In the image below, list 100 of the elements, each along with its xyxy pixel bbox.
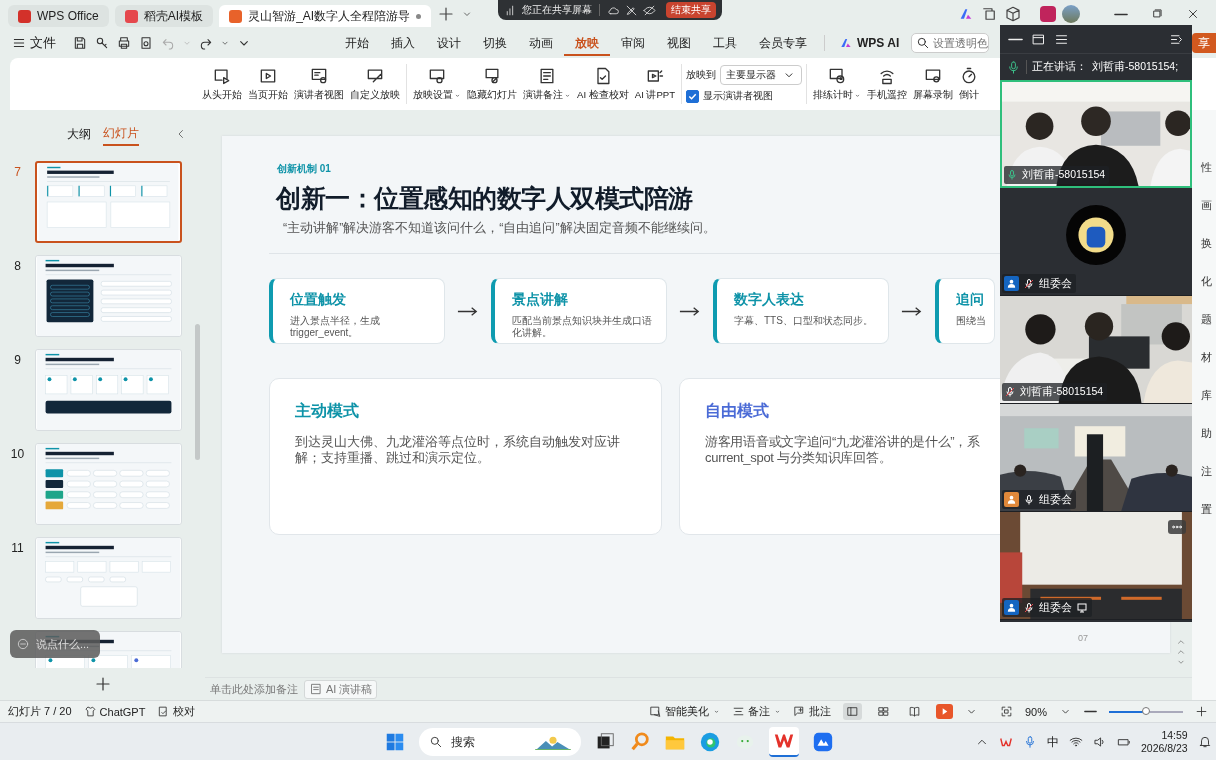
zoom-level[interactable]: 90% [1024, 705, 1047, 718]
stop-sharing-button[interactable]: 结束共享 [666, 2, 716, 18]
ai-script-button[interactable]: AI 演讲稿 [304, 679, 378, 699]
hide-icon [643, 3, 656, 17]
normal-icon [845, 705, 859, 718]
more-button[interactable] [1168, 520, 1186, 534]
avatar-icon[interactable] [1062, 5, 1080, 23]
side-panel-label[interactable]: 置 [1201, 502, 1216, 517]
view-button[interactable] [842, 703, 862, 720]
status-button[interactable]: ChatGPT [83, 705, 146, 718]
notes-placeholder[interactable]: 单击此处添加备注 [210, 681, 298, 697]
ribbon-tab[interactable]: 设计 [426, 30, 472, 56]
slide-number: 9 [13, 352, 22, 367]
cloud-app-icon[interactable] [812, 731, 834, 753]
clock[interactable]: 14:59 2026/8/23 [1141, 729, 1188, 755]
sorter-icon [876, 705, 890, 718]
side-panel-label[interactable]: 化 [1201, 274, 1216, 289]
slide-title: 创新一：位置感知的数字人双模式陪游 [276, 183, 693, 214]
ribbon-button[interactable]: 倒计 [957, 66, 982, 102]
wps-ai-icon[interactable] [958, 6, 974, 22]
ribbon-tab[interactable]: 切换 [472, 30, 518, 56]
ribbon-button[interactable]: 屏幕录制 [911, 66, 956, 102]
ribbon-tab[interactable]: 视图 [656, 30, 702, 56]
ribbon-button[interactable]: 从头开始 [200, 66, 244, 102]
participant-name: 组委会 [1039, 492, 1072, 507]
ribbon-button[interactable]: 排练计时 [811, 66, 864, 102]
status-button[interactable]: 备注 [731, 704, 781, 719]
scrollbar[interactable] [195, 324, 200, 460]
slide-number: 10 [9, 446, 26, 461]
ribbon-button[interactable]: 手机遥控 [865, 66, 910, 102]
app-icon[interactable] [1040, 6, 1056, 22]
side-panel-label[interactable]: 画 [1201, 198, 1216, 213]
ribbon-button[interactable]: AI 讲PPT [632, 66, 678, 102]
step-title: 位置触发 [290, 291, 347, 309]
checkbox[interactable] [686, 90, 700, 103]
side-panel-label[interactable]: 材 [1201, 350, 1216, 365]
ribbon-tab[interactable]: 审阅 [610, 30, 656, 56]
side-panel-label[interactable]: 注 [1201, 464, 1216, 479]
speaker-name: 刘哲甫-58015154; [1092, 60, 1179, 74]
ribbon-tab[interactable]: 动画 [518, 30, 564, 56]
wps-ai-button[interactable]: WPS AI [831, 36, 908, 50]
zoom-out-icon [1084, 710, 1097, 713]
pane-tab[interactable]: 幻灯片 [102, 122, 139, 146]
ribbon-tab[interactable]: 会员专享 [748, 30, 818, 56]
ribbon-tab[interactable]: 插入 [380, 30, 426, 56]
ribbon-button[interactable]: AI 检查校对 [575, 66, 631, 102]
document-tab[interactable]: 稻壳AI模板 [114, 5, 214, 27]
input-method[interactable]: 中 [1047, 733, 1059, 751]
document-tab[interactable]: 灵山智游_AI数字人全程陪游导 [219, 5, 432, 27]
ribbon-tab[interactable]: 放映 [564, 30, 610, 56]
step-text: 进入景点半径，生成 trigger_event。 [290, 315, 381, 339]
close-icon [1186, 7, 1200, 21]
zoom-in-icon [1195, 705, 1208, 718]
share-button[interactable]: 享 [1192, 33, 1216, 53]
slide-kicker: 创新机制 01 [277, 162, 331, 176]
video-tile[interactable]: 组委会 [1000, 512, 1192, 620]
start-icon[interactable] [384, 731, 406, 753]
document-tab[interactable]: WPS Office [8, 5, 109, 27]
chat-toast[interactable]: 说点什么... [10, 630, 100, 658]
video-tile[interactable]: 刘哲甫-58015154 [1000, 296, 1192, 404]
status-button[interactable]: 校对 [157, 704, 196, 719]
ribbon-tab[interactable]: 开始 [334, 30, 380, 56]
ribbon-button[interactable]: 放映设置 [411, 66, 463, 102]
side-panel-label[interactable]: 题 [1201, 312, 1216, 327]
video-tile[interactable]: 刘哲甫-58015154 [1000, 80, 1192, 188]
ribbon-button[interactable]: 演讲备注 [521, 66, 573, 102]
ribbon-tab[interactable]: 工具 [702, 30, 748, 56]
step-title: 景点讲解 [512, 291, 569, 309]
notification-icon [1197, 735, 1212, 749]
zoom-slider[interactable] [1109, 710, 1183, 713]
step-text: 字幕、TTS、口型和状态同步。 [734, 315, 874, 327]
presenter-view-checkbox[interactable]: 显示演讲者视图 [686, 90, 803, 103]
side-panel-label[interactable]: 助 [1201, 426, 1216, 441]
play-to-label: 放映到 [686, 68, 717, 82]
file-menu[interactable]: 文件 [12, 34, 56, 52]
side-panel-label[interactable]: 库 [1201, 388, 1216, 403]
slide-thumbnail[interactable] [35, 161, 182, 243]
mode-title: 自由模式 [705, 401, 770, 421]
side-panel-label[interactable]: 性 [1201, 160, 1216, 175]
ribbon-button[interactable]: 自定义放映 [348, 66, 402, 102]
ribbon-button[interactable]: 当页开始 [246, 66, 290, 102]
presenter-view-label: 显示演讲者视图 [703, 90, 774, 103]
pane-tab[interactable]: 大纲 [66, 123, 91, 145]
taskbar-search[interactable]: 搜索 [419, 728, 581, 756]
display-dropdown[interactable]: 主要显示器 [720, 65, 803, 85]
wps-taskbar-button[interactable] [769, 727, 799, 757]
restore-icon [1150, 7, 1164, 21]
microphone-icon [1006, 59, 1021, 75]
chat-icon [16, 637, 30, 651]
comment-icon [792, 705, 806, 718]
video-tile[interactable]: 组委会 [1000, 404, 1192, 512]
slideshow-button[interactable] [935, 704, 953, 719]
ribbon-button[interactable]: 隐藏幻灯片 [465, 66, 519, 102]
ribbon-button[interactable]: 演讲者视图 [292, 66, 346, 102]
slide-number: 7 [13, 164, 22, 179]
status-button[interactable]: 智能美化 [648, 704, 720, 719]
status-button[interactable]: 批注 [792, 704, 831, 719]
search-field[interactable]: 设置透明色 [911, 33, 990, 53]
browser-icon[interactable] [699, 731, 721, 753]
side-panel-label[interactable]: 换 [1201, 236, 1216, 251]
